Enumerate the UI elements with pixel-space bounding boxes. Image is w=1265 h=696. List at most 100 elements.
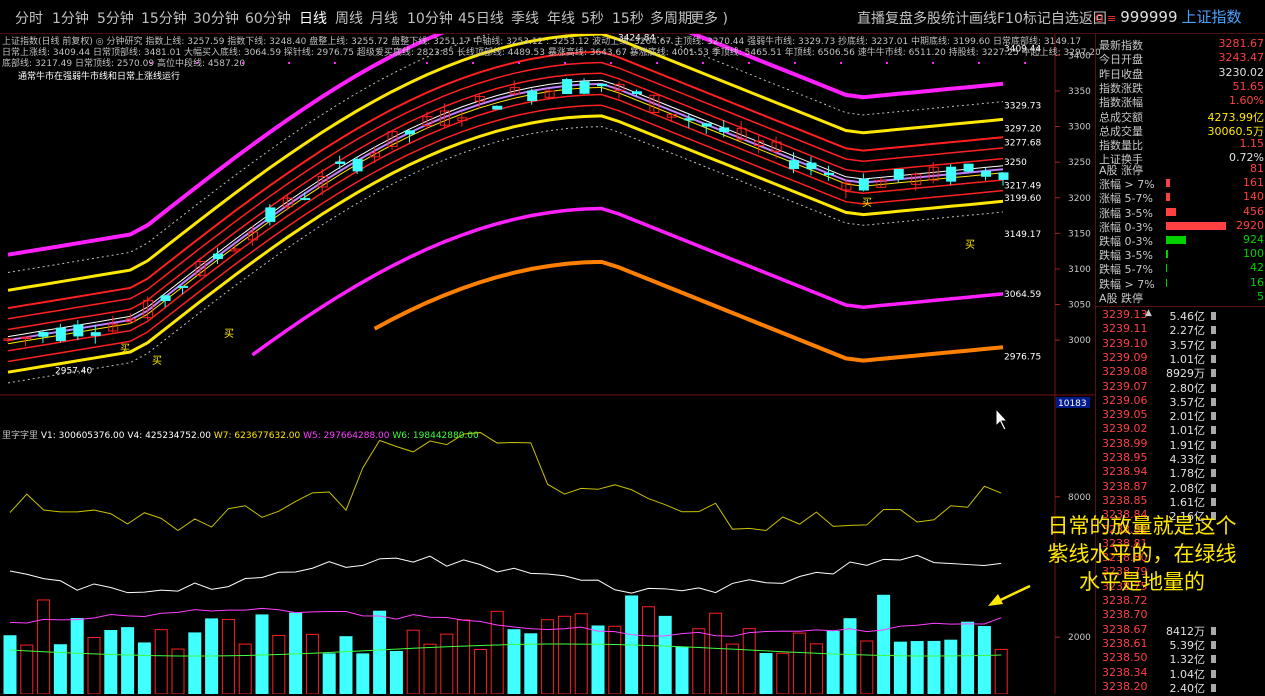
tick-price: 3239.05 — [1102, 408, 1148, 422]
magenta-lower-band — [251, 206, 1004, 357]
volume-bar-up — [793, 632, 807, 694]
down-candle — [998, 172, 1009, 180]
breadth-row: 跌幅 0-3% 924 — [1096, 233, 1265, 248]
tab-11[interactable]: 季线 — [511, 8, 539, 28]
breadth-bar — [1166, 179, 1170, 188]
volume-bar-up — [860, 640, 874, 694]
down-candle — [562, 79, 573, 95]
volume-bar-down — [70, 618, 84, 694]
kline-chart[interactable]: 3400335033003250320031503100305030003409… — [0, 34, 1095, 694]
quote-row: 昨日收盘 3230.02 — [1096, 66, 1265, 81]
price-level-label: 3199.60 — [1004, 194, 1041, 204]
breadth-row: A股 涨停 81 — [1096, 162, 1265, 177]
signal-dot — [702, 62, 704, 64]
signal-dot — [288, 62, 290, 64]
volume-bar-up — [742, 628, 756, 694]
signal-dot — [656, 62, 658, 64]
volume-bar-down — [826, 630, 840, 694]
volume-bar-down — [944, 639, 958, 694]
quote-row: 总成交量 30060.5万 — [1096, 123, 1265, 138]
breadth-label: A股 跌停 — [1099, 291, 1144, 305]
tick-marker — [1211, 497, 1216, 506]
tab-10[interactable]: 45日线 — [458, 8, 504, 28]
volume-bar-up — [692, 628, 706, 694]
tick-price: 3238.20 — [1102, 679, 1148, 693]
tab-15[interactable]: 多周期 — [650, 8, 692, 28]
buy-marker: 买 — [152, 355, 162, 367]
volume-bar-up — [725, 643, 739, 694]
down-candle — [806, 162, 817, 170]
volume-indicator-name: 里字字里 — [2, 431, 39, 441]
signal-dot — [840, 62, 842, 64]
price-axis-label: 3000 — [1068, 336, 1091, 346]
tick-marker — [1211, 683, 1216, 692]
volume-bar-up — [221, 618, 235, 694]
volume-bar-down — [322, 653, 336, 694]
breadth-bar — [1166, 236, 1186, 244]
tab-9[interactable]: 10分钟 — [407, 8, 453, 28]
down-candle — [73, 324, 84, 337]
quote-value: 3243.47 — [1218, 51, 1265, 65]
red-band — [7, 72, 1004, 331]
tab-4[interactable]: 30分钟 — [193, 8, 239, 28]
down-candle — [789, 160, 800, 169]
volume-bar-up — [154, 629, 168, 694]
arrow-head-icon — [988, 594, 1003, 606]
tab-5[interactable]: 60分钟 — [245, 8, 291, 28]
down-candle — [579, 81, 590, 94]
down-candle — [352, 159, 363, 172]
tab-0[interactable]: 分时 — [15, 8, 43, 28]
breadth-row: 跌幅 3-5% 100 — [1096, 247, 1265, 262]
tab-16[interactable]: 更多 ) — [690, 8, 728, 28]
tick-price: 3238.95 — [1102, 451, 1148, 464]
tick-marker — [1211, 326, 1216, 335]
volume-bar-up — [423, 643, 437, 694]
down-candle — [492, 105, 503, 110]
tab-1[interactable]: 1分钟 — [52, 8, 89, 28]
buy-marker: 买 — [965, 239, 975, 251]
volume-bar-down — [104, 629, 118, 694]
volume-bar-down — [877, 594, 891, 694]
breadth-value: 81 — [1250, 162, 1264, 175]
volume-bar-up — [406, 629, 420, 694]
volume-bar-up — [709, 612, 723, 694]
down-candle — [631, 91, 642, 94]
tab-7[interactable]: 周线 — [335, 8, 363, 28]
kline-chart-area[interactable]: 3400 3350 3300 3250 3200 3150 3100 3050 3000 3409… — [0, 34, 1101, 694]
tab-3[interactable]: 15分钟 — [141, 8, 187, 28]
tab-2[interactable]: 5分钟 — [97, 8, 134, 28]
tick-marker — [1211, 669, 1216, 678]
price-level-label: 3064.59 — [1004, 290, 1041, 300]
price-level-label: 3277.68 — [1004, 138, 1041, 148]
volume-bar-down — [188, 632, 202, 694]
down-candle — [981, 170, 992, 177]
breadth-row: 跌幅 > 7% 16 — [1096, 276, 1265, 291]
volume-bar-down — [3, 635, 17, 694]
tab-8[interactable]: 月线 — [370, 8, 398, 28]
price-axis-label: 3350 — [1068, 87, 1091, 97]
volume-bar-up — [272, 634, 286, 694]
signal-dot — [932, 62, 934, 64]
tab-6[interactable]: 日线 — [299, 8, 327, 28]
breadth-row: 涨幅 > 7% 161 — [1096, 176, 1265, 191]
tick-marker — [1211, 469, 1216, 478]
tab-14[interactable]: 15秒 — [612, 8, 644, 28]
volume-bar-up — [440, 633, 454, 694]
stock-code: 999999 — [1120, 8, 1178, 26]
tab-12[interactable]: 年线 — [547, 8, 575, 28]
w7-value: W7: 623677632.00 — [213, 431, 301, 441]
w6-value: W6: 198442880.00 — [392, 431, 479, 441]
breadth-bar — [1166, 193, 1170, 202]
group-flag-icon[interactable]: G ≡ — [1095, 12, 1116, 25]
red-lower-band — [7, 104, 1004, 363]
signal-dot — [380, 62, 382, 64]
toolbar-actions[interactable]: 直播复盘多股统计画线F10标记自选返回 — [857, 8, 1107, 28]
signal-dot — [334, 62, 336, 64]
volume-bar-down — [843, 618, 857, 694]
stock-header[interactable]: G ≡ 999999 上证指数 — [1095, 6, 1265, 32]
price-level-label: 3149.17 — [1004, 230, 1041, 240]
down-candle — [963, 163, 974, 172]
tick-price: 3239.13 — [1102, 308, 1148, 321]
tick-price: 3238.94 — [1102, 465, 1148, 479]
tab-13[interactable]: 5秒 — [581, 8, 604, 28]
